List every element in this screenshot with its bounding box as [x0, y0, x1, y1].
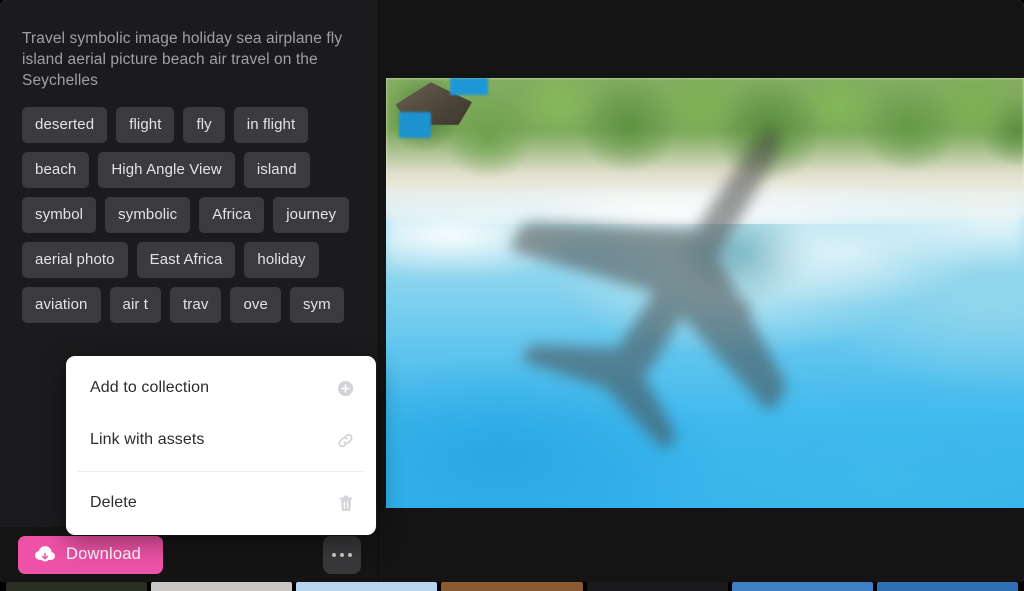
context-menu: Add to collection Link with assets Delet…: [66, 356, 376, 535]
filmstrip-thumb[interactable]: [586, 582, 728, 591]
menu-item-label: Delete: [90, 494, 137, 511]
tag-chip[interactable]: aviation: [22, 287, 101, 323]
tag-chip[interactable]: ove: [230, 287, 281, 323]
download-button-label: Download: [66, 545, 141, 563]
action-bar: Download: [0, 527, 378, 582]
asset-preview-image[interactable]: [386, 78, 1024, 508]
tag-list: deserted flight fly in flight beach High Angl…: [22, 107, 357, 323]
tag-chip[interactable]: High Angle View: [98, 152, 235, 188]
filmstrip-thumb[interactable]: [441, 582, 583, 591]
menu-divider: [78, 471, 364, 472]
tag-chip[interactable]: holiday: [244, 242, 319, 278]
filmstrip-thumb[interactable]: [151, 582, 293, 591]
app-root: Travel symbolic image holiday sea airpla…: [0, 0, 1024, 591]
trash-icon: [338, 495, 354, 512]
tag-chip[interactable]: symbol: [22, 197, 97, 233]
tag-chip[interactable]: deserted: [22, 107, 108, 143]
menu-item-add-to-collection[interactable]: Add to collection: [66, 362, 376, 414]
filmstrip-thumb[interactable]: [296, 582, 438, 591]
tag-chip[interactable]: Africa: [199, 197, 265, 233]
ellipsis-icon-dot: [348, 552, 352, 557]
tag-chip[interactable]: aerial photo: [22, 242, 128, 278]
menu-item-delete[interactable]: Delete: [66, 477, 376, 529]
filmstrip-thumbnails[interactable]: [0, 582, 1024, 591]
tag-chip[interactable]: symbolic: [105, 197, 191, 233]
menu-item-label: Add to collection: [90, 379, 210, 396]
tag-chip[interactable]: fly: [183, 107, 225, 143]
airplane-shadow-icon: [488, 91, 884, 461]
tag-chip[interactable]: journey: [273, 197, 350, 233]
photo-pool-detail: [449, 78, 489, 96]
tag-chip[interactable]: trav: [170, 287, 222, 323]
menu-item-link-with-assets[interactable]: Link with assets: [66, 414, 376, 466]
filmstrip-thumb[interactable]: [6, 582, 148, 591]
ellipsis-icon-dot: [340, 552, 344, 557]
menu-item-label: Link with assets: [90, 431, 205, 448]
tag-chip[interactable]: flight: [116, 107, 175, 143]
photo-pool-detail: [398, 112, 431, 139]
download-button[interactable]: Download: [18, 535, 163, 574]
image-stage: [380, 0, 1024, 582]
plus-circle-icon: [337, 380, 354, 397]
asset-viewer-window: Travel symbolic image holiday sea airpla…: [0, 0, 1024, 582]
tag-chip[interactable]: sym: [289, 287, 344, 323]
cloud-download-icon: [34, 545, 56, 564]
tag-chip[interactable]: beach: [22, 152, 90, 188]
ellipsis-icon-dot: [332, 552, 336, 557]
tag-chip[interactable]: in flight: [233, 107, 309, 143]
filmstrip-thumb[interactable]: [876, 582, 1018, 591]
filmstrip-thumb[interactable]: [731, 582, 873, 591]
tag-chip[interactable]: air t: [109, 287, 162, 323]
tag-chip[interactable]: East Africa: [136, 242, 236, 278]
asset-description: Travel symbolic image holiday sea airpla…: [22, 30, 343, 89]
more-options-button[interactable]: [323, 535, 361, 574]
link-icon: [337, 432, 354, 449]
tag-chip[interactable]: island: [243, 152, 310, 188]
